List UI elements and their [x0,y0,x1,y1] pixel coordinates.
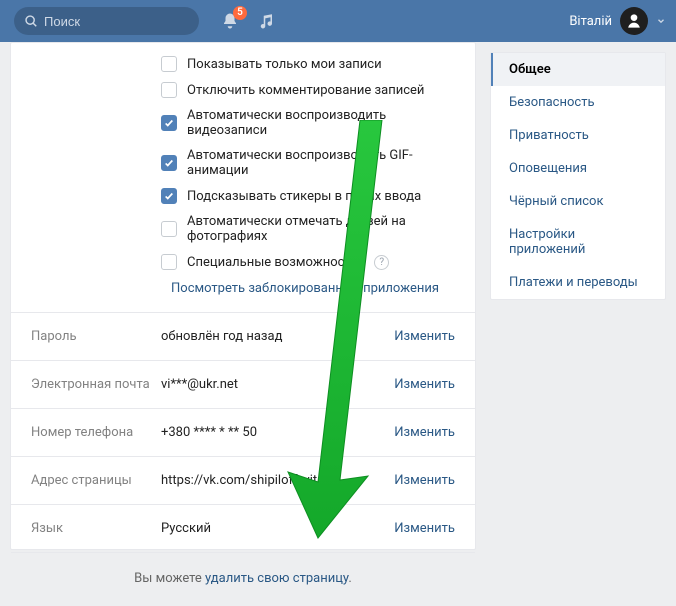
checkbox-row[interactable]: Отключить комментирование записей [161,77,455,103]
checkbox[interactable] [161,56,177,72]
search-icon [24,14,38,28]
row-label: Язык [31,521,161,536]
row-label: Номер телефона [31,425,161,440]
notif-badge: 5 [233,6,247,20]
checkbox-row[interactable]: Подсказывать стикеры в полях ввода [161,183,455,209]
row-label: Электронная почта [31,377,161,392]
help-icon[interactable]: ? [374,255,389,270]
sidebar-item[interactable]: Чёрный список [491,185,665,218]
checkbox-label: Автоматически воспроизводить GIF-анимаци… [187,148,455,178]
setting-row: Адрес страницыhttps://vk.com/shipiloff_v… [11,456,475,504]
checkbox[interactable] [161,155,177,171]
search-input[interactable] [44,14,189,29]
row-action-link[interactable]: Изменить [394,473,455,488]
settings-rows: Парольобновлён год назадИзменитьЭлектрон… [11,312,475,552]
delete-prefix: Вы можете [134,571,205,586]
checkbox-label: Показывать только мои записи [187,57,382,72]
avatar [620,7,648,35]
search-field[interactable] [14,7,199,35]
setting-row: Электронная почтаvi***@ukr.netИзменить [11,360,475,408]
sidebar-item[interactable]: Платежи и переводы [491,266,665,299]
row-action-link[interactable]: Изменить [394,329,455,344]
page: Показывать только мои записи Отключить ко… [0,42,676,560]
delete-suffix: . [348,571,351,586]
top-icons: 5 [221,12,275,30]
checkbox-row[interactable]: Показывать только мои записи [161,51,455,77]
checkbox[interactable] [161,115,177,131]
blocked-apps-link[interactable]: Посмотреть заблокированные приложения [11,281,475,312]
checkbox-label: Отключить комментирование записей [187,83,424,98]
chevron-down-icon [656,16,666,26]
checkbox-row[interactable]: Специальные возможности? [161,249,455,275]
setting-row: Парольобновлён год назадИзменить [11,312,475,360]
delete-row: Вы можете удалить свою страницу. [11,552,475,606]
checkbox-list: Показывать только мои записи Отключить ко… [11,43,475,281]
row-value: vi***@ukr.net [161,377,394,392]
row-action-link[interactable]: Изменить [394,425,455,440]
row-label: Адрес страницы [31,473,161,488]
account-menu[interactable]: Віталій [569,7,666,35]
checkbox[interactable] [161,82,177,98]
row-value: +380 **** * ** 50 [161,425,394,440]
checkbox-label: Автоматически отмечать друзей на фотогра… [187,214,455,244]
checkbox-label: Специальные возможности [187,255,358,270]
checkbox-row[interactable]: Автоматически отмечать друзей на фотогра… [161,209,455,249]
checkbox[interactable] [161,254,177,270]
user-name: Віталій [569,14,612,29]
delete-page-link[interactable]: удалить свою страницу [205,571,348,586]
settings-panel: Показывать только мои записи Отключить ко… [10,42,476,550]
row-action-link[interactable]: Изменить [394,521,455,536]
settings-sidebar: ОбщееБезопасностьПриватностьОповещенияЧё… [490,52,666,300]
row-value: https://vk.com/shipiloff_vitalik [161,473,394,488]
sidebar-item[interactable]: Общее [491,53,665,86]
checkbox[interactable] [161,221,177,237]
checkbox[interactable] [161,188,177,204]
sidebar-item[interactable]: Приватность [491,119,665,152]
checkbox-label: Подсказывать стикеры в полях ввода [187,189,421,204]
checkbox-row[interactable]: Автоматически воспроизводить GIF-анимаци… [161,143,455,183]
row-label: Пароль [31,329,161,344]
row-action-link[interactable]: Изменить [394,377,455,392]
sidebar-item[interactable]: Оповещения [491,152,665,185]
checkbox-row[interactable]: Автоматически воспроизводить видеозаписи [161,103,455,143]
row-value: обновлён год назад [161,329,394,344]
music-icon[interactable] [257,12,275,30]
row-value: Русский [161,521,394,536]
sidebar-item[interactable]: Безопасность [491,86,665,119]
notifications-icon[interactable]: 5 [221,12,239,30]
checkbox-label: Автоматически воспроизводить видеозаписи [187,108,455,138]
setting-row: Номер телефона+380 **** * ** 50Изменить [11,408,475,456]
setting-row: ЯзыкРусскийИзменить [11,504,475,552]
topbar: 5 Віталій [0,0,676,42]
sidebar-item[interactable]: Настройки приложений [491,218,665,266]
